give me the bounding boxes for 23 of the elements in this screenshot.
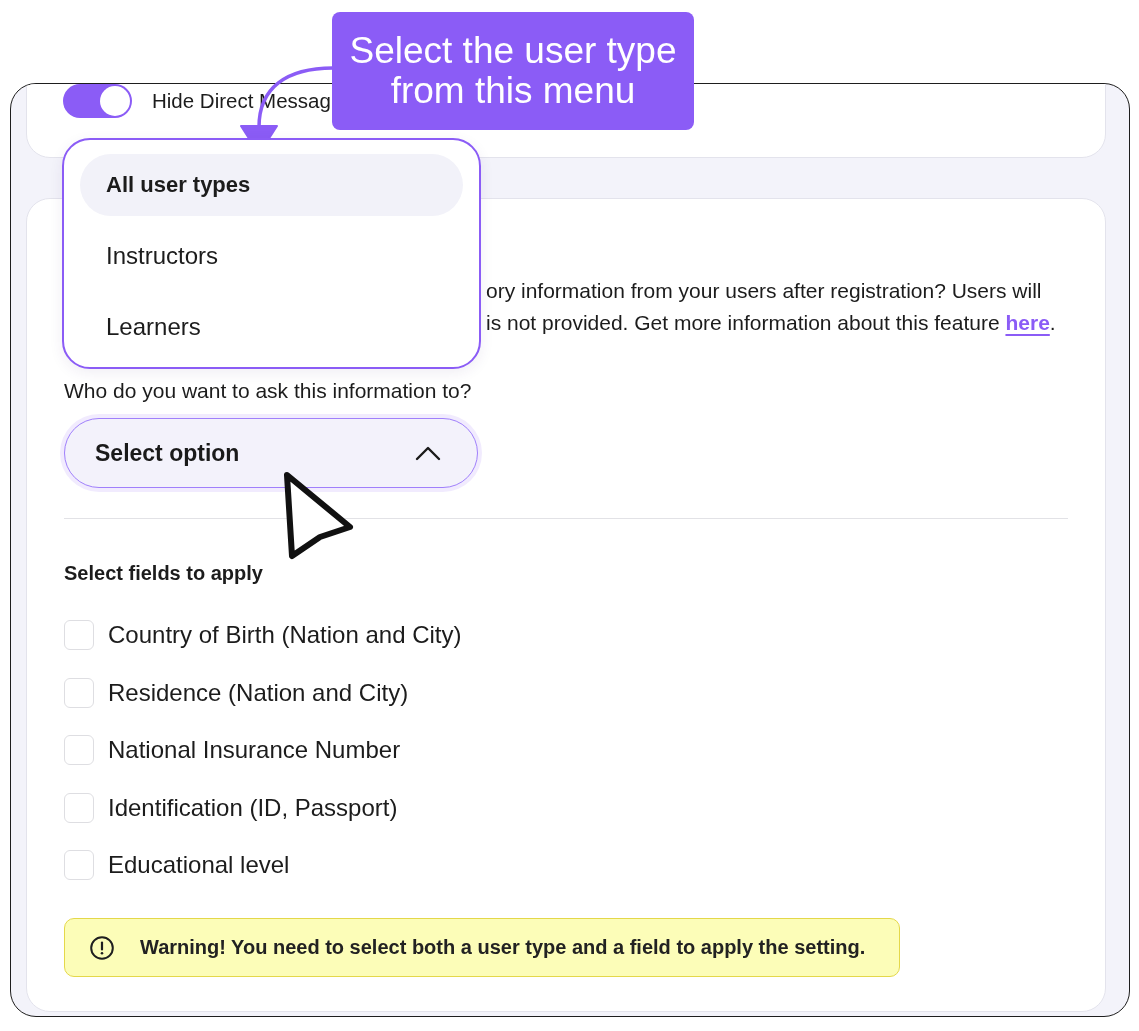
section-title: Select fields to apply bbox=[64, 561, 264, 585]
warning-icon bbox=[90, 935, 114, 960]
chevron-icon bbox=[415, 445, 441, 461]
warning-text: Warning! You need to select both a user type and a field to apply the setting. bbox=[140, 936, 866, 959]
tooltip: Select the user type from this menu bbox=[332, 12, 694, 130]
menu-item[interactable]: Learners bbox=[80, 295, 463, 358]
checkbox[interactable] bbox=[64, 792, 94, 823]
checkbox[interactable] bbox=[64, 677, 94, 708]
question-label: Who do you want to ask this information to? bbox=[64, 379, 473, 403]
menu-item[interactable]: Instructors bbox=[80, 224, 463, 287]
checkbox-label: Educational level bbox=[108, 851, 290, 879]
checkbox-label: National Insurance Number bbox=[108, 736, 401, 764]
description-text: ory information from your users after registration? Users will is not provided. Get more information about this feature here. bbox=[486, 278, 1057, 336]
menu-item[interactable]: All user types bbox=[80, 153, 463, 216]
info-link[interactable]: here bbox=[1005, 311, 1050, 334]
checkbox-label: Identification (ID, Passport) bbox=[108, 793, 398, 822]
toggle-switch[interactable] bbox=[63, 84, 132, 118]
checkbox[interactable] bbox=[64, 735, 94, 765]
checkbox-label: Residence (Nation and City) bbox=[108, 678, 409, 707]
user-type-select[interactable]: Select option bbox=[64, 418, 478, 488]
checkbox[interactable] bbox=[64, 850, 94, 880]
checkbox[interactable] bbox=[64, 620, 94, 650]
checkbox-label: Country of Birth (Nation and City) bbox=[108, 621, 462, 649]
